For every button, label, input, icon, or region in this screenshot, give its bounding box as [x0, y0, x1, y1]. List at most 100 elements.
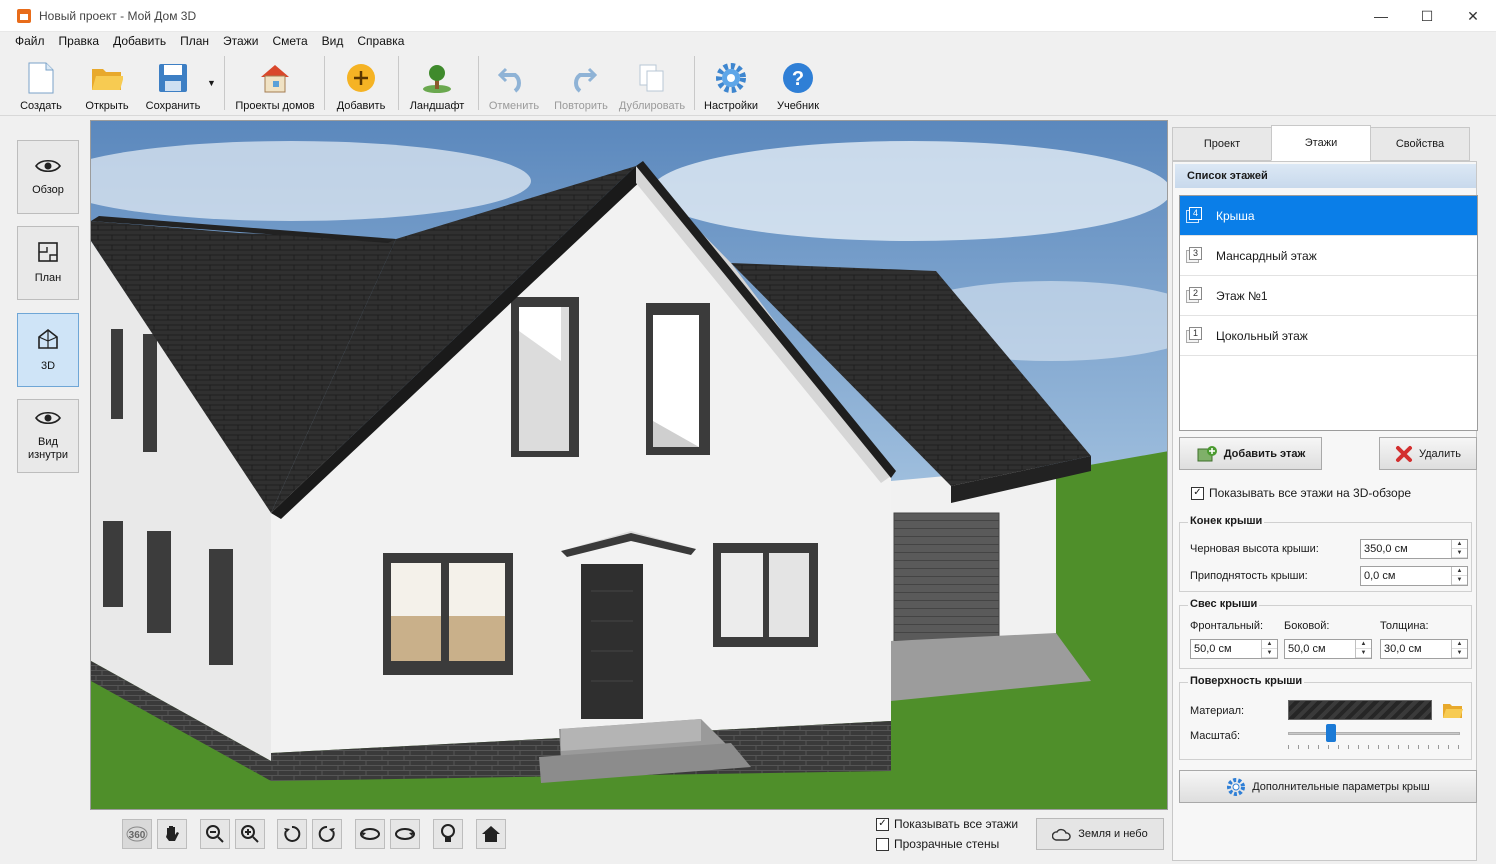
floor-item-basement[interactable]: 1 Цокольный этаж	[1180, 316, 1477, 356]
spinner-arrows[interactable]: ▲ ▼	[1261, 640, 1277, 658]
menu-edit[interactable]: Правка	[52, 34, 107, 48]
tutorial-button[interactable]: ? Учебник	[770, 56, 826, 112]
rotate-360-button[interactable]: 360	[122, 819, 152, 849]
ground-sky-button[interactable]: Земля и небо	[1036, 818, 1164, 850]
roof-surface-group: Поверхность крыши Материал: Масштаб:	[1179, 675, 1472, 760]
maximize-button[interactable]: ☐	[1404, 0, 1450, 32]
side-overhang-label: Боковой:	[1284, 620, 1330, 632]
folder-open-icon	[91, 62, 123, 94]
more-roof-params-button[interactable]: Дополнительные параметры крыш	[1179, 770, 1477, 803]
view-overview-button[interactable]: Обзор	[17, 140, 79, 214]
window-title: Новый проект - Мой Дом 3D	[39, 8, 197, 23]
settings-button[interactable]: Настройки	[700, 56, 762, 112]
roof-overhang-title: Свес крыши	[1188, 598, 1260, 610]
home-view-button[interactable]	[476, 819, 506, 849]
tilt-down-icon	[395, 828, 415, 840]
add-floor-button[interactable]: Добавить этаж	[1179, 437, 1322, 470]
menu-file[interactable]: Файл	[8, 34, 52, 48]
front-overhang-label: Фронтальный:	[1190, 620, 1264, 632]
menu-help[interactable]: Справка	[350, 34, 411, 48]
cloud-sun-icon	[1052, 828, 1071, 841]
help-question-icon: ?	[782, 62, 814, 94]
zoom-in-icon	[241, 825, 259, 843]
zoom-out-icon	[206, 825, 224, 843]
panel-tabs: Проект Этажи Свойства	[1172, 125, 1470, 161]
light-bulb-icon	[441, 824, 455, 842]
tab-project[interactable]: Проект	[1172, 127, 1272, 161]
view-inside-button[interactable]: Вид изнутри	[17, 399, 79, 473]
menu-plan[interactable]: План	[173, 34, 216, 48]
landscape-button[interactable]: Ландшафт	[404, 56, 470, 112]
rotate-right-button[interactable]	[312, 819, 342, 849]
roof-material-swatch[interactable]	[1288, 700, 1432, 720]
add-button[interactable]: Добавить	[332, 56, 390, 112]
delete-floor-button[interactable]: Удалить	[1379, 437, 1477, 470]
folder-open-icon[interactable]	[1442, 701, 1464, 722]
side-overhang-input[interactable]: 50,0 см ▲ ▼	[1284, 639, 1372, 659]
tilt-up-button[interactable]	[355, 819, 385, 849]
show-all-3d-checkbox[interactable]: ✓ Показывать все этажи на 3D-обзоре	[1191, 486, 1411, 500]
floor-item-roof[interactable]: 4 Крыша	[1180, 196, 1477, 236]
scale-slider-track[interactable]	[1288, 732, 1460, 735]
floor-layers-icon: 2	[1186, 286, 1204, 305]
spinner-arrows[interactable]: ▲ ▼	[1451, 567, 1467, 585]
spinner-arrows[interactable]: ▲ ▼	[1451, 640, 1467, 658]
3d-viewport[interactable]	[90, 120, 1168, 810]
lighting-button[interactable]	[433, 819, 463, 849]
house-projects-button[interactable]: Проекты домов	[232, 56, 318, 112]
save-button[interactable]: Сохранить	[142, 56, 204, 112]
pan-button[interactable]	[157, 819, 187, 849]
main-toolbar: Создать Открыть Сохранить ▼ Проекты домо…	[0, 50, 1496, 116]
rough-height-input[interactable]: 350,0 см ▲ ▼	[1360, 539, 1468, 559]
tab-properties[interactable]: Свойства	[1370, 127, 1470, 161]
transparent-walls-checkbox[interactable]: Прозрачные стены	[876, 837, 999, 851]
rotate-right-icon	[318, 825, 335, 842]
tilt-down-button[interactable]	[390, 819, 420, 849]
menu-floors[interactable]: Этажи	[216, 34, 265, 48]
house-3d-render	[91, 121, 1167, 809]
save-dropdown-arrow[interactable]: ▼	[207, 78, 216, 88]
redo-button[interactable]: Повторить	[550, 56, 612, 112]
thickness-input[interactable]: 30,0 см ▲ ▼	[1380, 639, 1468, 659]
view-plan-button[interactable]: План	[17, 226, 79, 300]
floor-layers-icon: 1	[1186, 326, 1204, 345]
scale-label: Масштаб:	[1190, 730, 1241, 742]
floor-item-attic[interactable]: 3 Мансардный этаж	[1180, 236, 1477, 276]
floppy-disk-icon	[157, 62, 189, 94]
open-button[interactable]: Открыть	[80, 56, 134, 112]
tab-floors[interactable]: Этажи	[1271, 125, 1371, 161]
menu-add[interactable]: Добавить	[106, 34, 173, 48]
gear-icon	[1227, 777, 1246, 796]
create-button[interactable]: Создать	[16, 56, 66, 112]
gear-icon	[715, 62, 747, 94]
floors-tab-content: Список этажей 4 Крыша 3 Мансардный этаж …	[1172, 161, 1478, 861]
rotate-left-button[interactable]	[277, 819, 307, 849]
menu-estimate[interactable]: Смета	[265, 34, 314, 48]
minimize-button[interactable]: —	[1358, 0, 1404, 32]
floor-list: 4 Крыша 3 Мансардный этаж 2 Этаж №1 1 Цо…	[1179, 195, 1478, 431]
floor-list-header: Список этажей	[1175, 164, 1476, 188]
undo-button[interactable]: Отменить	[484, 56, 544, 112]
menu-view[interactable]: Вид	[315, 34, 351, 48]
close-button[interactable]: ✕	[1450, 0, 1496, 32]
house-icon	[259, 62, 291, 94]
checkbox-unchecked-icon	[876, 837, 889, 851]
zoom-out-button[interactable]	[200, 819, 230, 849]
view-3d-button[interactable]: 3D	[17, 313, 79, 387]
plus-circle-icon	[345, 62, 377, 94]
spinner-arrows[interactable]: ▲ ▼	[1451, 540, 1467, 558]
spinner-arrows[interactable]: ▲ ▼	[1355, 640, 1371, 658]
rotate-left-icon	[284, 825, 301, 842]
material-label: Материал:	[1190, 705, 1245, 717]
eye-inside-icon	[35, 410, 61, 430]
duplicate-button[interactable]: Дублировать	[616, 56, 688, 112]
house-3d-icon	[37, 328, 59, 354]
floor-plan-icon	[38, 241, 58, 266]
show-all-floors-checkbox[interactable]: ✓ Показывать все этажи	[876, 817, 1018, 831]
front-overhang-input[interactable]: 50,0 см ▲ ▼	[1190, 639, 1278, 659]
roof-rise-input[interactable]: 0,0 см ▲ ▼	[1360, 566, 1468, 586]
scale-slider-thumb[interactable]	[1326, 724, 1336, 742]
floor-item-first[interactable]: 2 Этаж №1	[1180, 276, 1477, 316]
add-floor-icon	[1197, 445, 1217, 461]
zoom-in-button[interactable]	[235, 819, 265, 849]
